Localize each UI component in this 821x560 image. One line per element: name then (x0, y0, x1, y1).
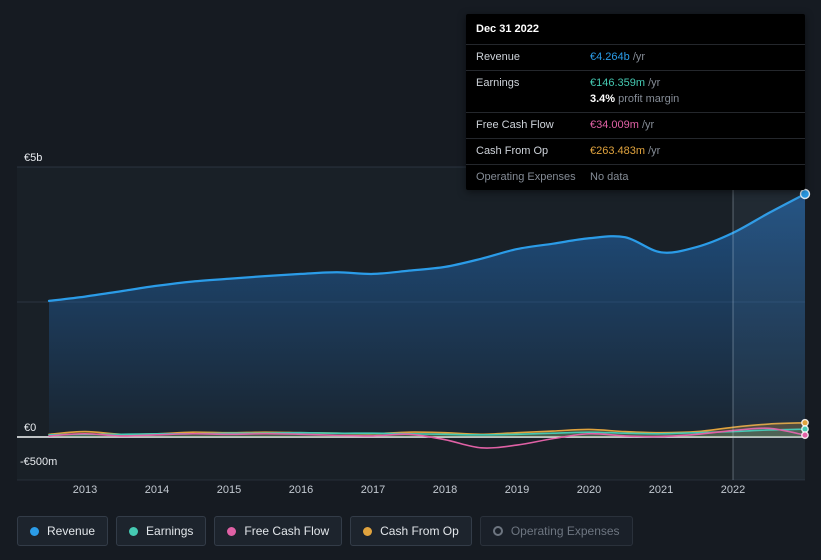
tooltip-row-label: Cash From Op (476, 145, 549, 157)
legend-label: Revenue (47, 524, 96, 538)
tooltip-row-value: €263.483m /yr (590, 145, 661, 157)
timeseries-area-chart[interactable] (0, 155, 821, 500)
tooltip-row-value: €146.359m /yr 3.4% profit margin (590, 76, 795, 107)
legend-label: Earnings (146, 524, 194, 538)
legend-item-operating-expenses[interactable]: Operating Expenses (479, 516, 633, 546)
tooltip-row-free-cash-flow: Free Cash Flow €34.009m /yr (466, 112, 805, 138)
legend-label: Free Cash Flow (244, 524, 330, 538)
tooltip-row-label: Operating Expenses (476, 171, 576, 183)
tooltip-row-label: Earnings (476, 77, 520, 89)
revenue-series-dot-icon (30, 526, 39, 536)
legend-item-free-cash-flow[interactable]: Free Cash Flow (214, 516, 343, 546)
tooltip-rows: Revenue €4.264b /yr Earnings €146.359m /yr 3… (466, 44, 805, 190)
tooltip-row-label: Revenue (476, 51, 521, 63)
tooltip-row-cash-from-op: Cash From Op €263.483m /yr (466, 138, 805, 164)
tooltip: Dec 31 2022 Revenue €4.264b /yr Earnings €1… (466, 14, 805, 190)
cash-from-op-series-dot-icon (363, 526, 373, 536)
forecast-band (733, 167, 805, 480)
legend-label: Cash From Op (380, 524, 459, 538)
tooltip-date: Dec 31 2022 (476, 23, 539, 35)
tooltip-row-revenue: Revenue €4.264b /yr (466, 44, 805, 70)
legend-item-revenue[interactable]: Revenue (17, 516, 109, 546)
cash-from-op-end-marker (801, 418, 809, 427)
revenue-end-marker (799, 188, 811, 200)
free-cash-flow-series-dot-icon (227, 526, 237, 536)
tooltip-row-value: €4.264b /yr (590, 51, 646, 63)
tooltip-row-operating-expenses: Operating Expenses No data (466, 164, 805, 190)
tooltip-row-value: No data (590, 171, 629, 183)
tooltip-row-earnings: Earnings €146.359m /yr 3.4% profit margin (466, 70, 805, 112)
profit-margin-note: 3.4% profit margin (590, 93, 680, 105)
legend-label: Operating Expenses (510, 524, 620, 538)
y-axis-label-neg500m: -€500m (20, 456, 58, 468)
tooltip-row-value: €34.009m /yr (590, 119, 655, 131)
earnings-series-dot-icon (129, 526, 139, 536)
operating-expenses-series-ring-icon (492, 526, 503, 536)
free-cash-flow-end-marker (801, 431, 809, 440)
tooltip-row-label: Free Cash Flow (476, 119, 554, 131)
legend: Revenue Earnings Free Cash Flow Cash From O… (17, 516, 633, 546)
y-axis-label-5b: €5b (24, 152, 43, 164)
legend-item-cash-from-op[interactable]: Cash From Op (350, 516, 472, 546)
y-axis-label-zero: €0 (24, 422, 37, 434)
legend-item-earnings[interactable]: Earnings (116, 516, 207, 546)
